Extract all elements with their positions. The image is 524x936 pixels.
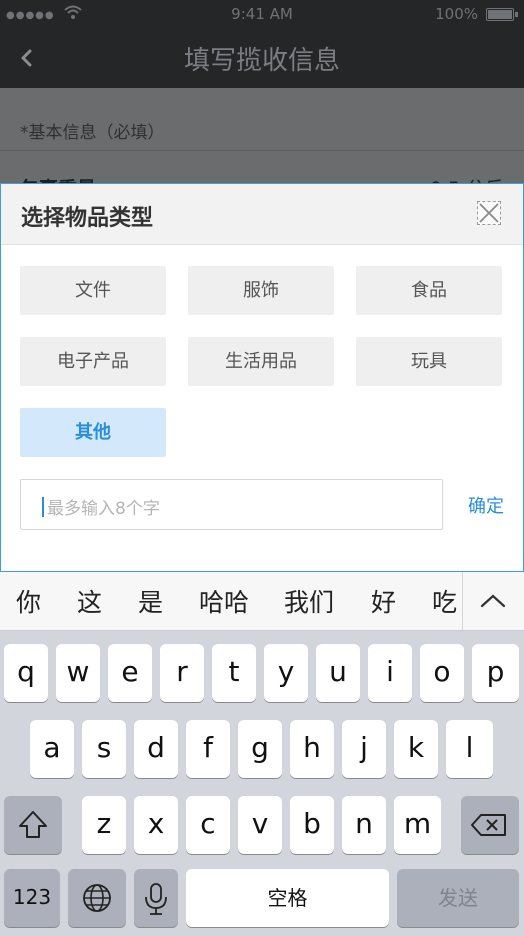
key-l[interactable]: l	[446, 720, 493, 778]
input-placeholder: 最多输入8个字	[47, 499, 160, 519]
keyboard: q w e r t y u i o p a s d f g h j k l z …	[0, 631, 524, 936]
candidate-item[interactable]: 哈哈	[199, 583, 249, 619]
shift-key[interactable]	[4, 796, 62, 854]
key-j[interactable]: j	[342, 720, 386, 778]
close-icon	[479, 203, 499, 223]
category-chip-other-selected[interactable]: 其他	[20, 408, 166, 457]
category-chip-food[interactable]: 食品	[356, 266, 502, 315]
key-h[interactable]: h	[290, 720, 334, 778]
chevron-up-icon[interactable]	[476, 588, 510, 614]
battery-icon	[486, 8, 514, 21]
divider	[462, 572, 463, 630]
key-d[interactable]: d	[134, 720, 178, 778]
key-v[interactable]: v	[238, 796, 282, 854]
category-chip-daily-goods[interactable]: 生活用品	[188, 337, 334, 386]
status-bar: ●●●●● 9:41 AM 100%	[0, 0, 524, 28]
key-g[interactable]: g	[238, 720, 282, 778]
key-y[interactable]: y	[264, 644, 308, 702]
globe-key[interactable]	[68, 869, 126, 927]
battery-percent: 100%	[435, 5, 478, 23]
key-u[interactable]: u	[316, 644, 360, 702]
key-o[interactable]: o	[420, 644, 464, 702]
category-chip-toys[interactable]: 玩具	[356, 337, 502, 386]
space-key[interactable]: 空格	[186, 869, 389, 927]
backspace-icon	[471, 814, 506, 836]
candidate-item[interactable]: 是	[138, 583, 163, 619]
battery-tip	[515, 12, 518, 17]
divider	[0, 150, 524, 151]
page-title: 填写揽收信息	[183, 46, 340, 76]
ime-candidate-bar: 你 这 是 哈哈 我们 好 吃	[0, 572, 524, 631]
microphone-icon	[145, 883, 167, 915]
candidate-item[interactable]: 你	[16, 583, 41, 619]
category-sheet: 选择物品类型 文件 服饰 食品 电子产品 生活用品 玩具 其他 最多输入8个字 …	[0, 183, 524, 572]
key-c[interactable]: c	[186, 796, 230, 854]
close-button[interactable]	[477, 201, 501, 225]
sheet-title: 选择物品类型	[21, 206, 154, 231]
key-e[interactable]: e	[108, 644, 152, 702]
confirm-button[interactable]: 确定	[456, 492, 516, 518]
backspace-key[interactable]	[461, 796, 519, 854]
category-chip-clothing[interactable]: 服饰	[188, 266, 334, 315]
key-s[interactable]: s	[82, 720, 126, 778]
key-k[interactable]: k	[394, 720, 438, 778]
sheet-header: 选择物品类型	[1, 184, 523, 245]
key-m[interactable]: m	[394, 796, 441, 854]
key-a[interactable]: a	[30, 720, 74, 778]
key-b[interactable]: b	[290, 796, 334, 854]
key-q[interactable]: q	[4, 644, 48, 702]
key-z[interactable]: z	[82, 796, 126, 854]
candidate-item[interactable]: 这	[77, 583, 102, 619]
key-r[interactable]: r	[160, 644, 204, 702]
nav-bar: 填写揽收信息	[0, 28, 524, 88]
candidate-item[interactable]: 吃	[432, 583, 457, 619]
send-key[interactable]: 发送	[397, 869, 519, 927]
shift-icon	[19, 811, 47, 838]
key-p[interactable]: p	[472, 644, 519, 702]
key-w[interactable]: w	[56, 644, 100, 702]
mic-key[interactable]	[134, 869, 178, 927]
key-f[interactable]: f	[186, 720, 230, 778]
key-x[interactable]: x	[134, 796, 178, 854]
form-background: *基本信息（必填） 包裹重量 0.5 公斤	[0, 88, 524, 200]
section-header: *基本信息（必填）	[20, 123, 165, 143]
key-n[interactable]: n	[342, 796, 386, 854]
candidate-item[interactable]: 我们	[284, 583, 334, 619]
candidate-item[interactable]: 好	[371, 583, 396, 619]
numbers-key[interactable]: 123	[4, 869, 60, 927]
globe-icon	[83, 884, 111, 912]
text-caret	[42, 497, 44, 517]
key-t[interactable]: t	[212, 644, 256, 702]
custom-category-input[interactable]: 最多输入8个字	[20, 479, 443, 530]
key-i[interactable]: i	[368, 644, 412, 702]
category-chip-file[interactable]: 文件	[20, 266, 166, 315]
category-chip-electronics[interactable]: 电子产品	[20, 337, 166, 386]
